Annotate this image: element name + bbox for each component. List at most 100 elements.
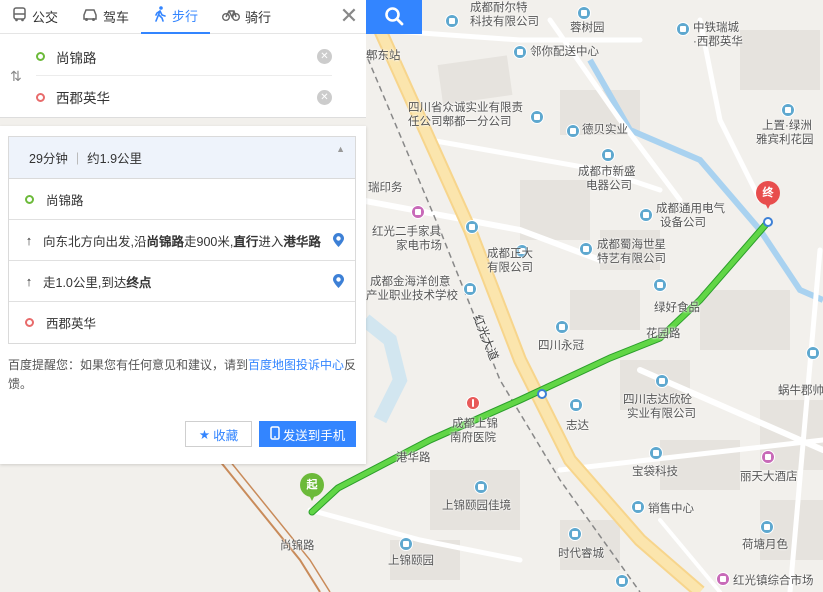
poi-icon[interactable] xyxy=(760,520,774,534)
destination-field[interactable]: 西郡英华 ✕ xyxy=(36,78,332,116)
start-dot-icon xyxy=(25,194,34,204)
map-label: 成都耐尔特 xyxy=(470,2,528,14)
poi-icon[interactable] xyxy=(655,374,669,388)
summary-separator: | xyxy=(75,150,80,165)
map-label: 上锦颐园佳境 xyxy=(442,500,511,512)
step-1[interactable]: ↑ 向东北方向出发,沿尚锦路走900米,直行进入港华路 xyxy=(9,220,355,261)
poi-icon[interactable] xyxy=(781,103,795,117)
favorite-button[interactable]: ★ 收藏 xyxy=(185,421,252,447)
map-label: 成都市新盛 xyxy=(578,166,636,178)
complaint-center-link[interactable]: 百度地图投诉中心 xyxy=(248,358,344,372)
search-icon xyxy=(384,6,404,29)
collapse-caret-icon[interactable]: ▲ xyxy=(336,144,345,154)
map-label: 设备公司 xyxy=(660,217,706,229)
map-label: 上锦颐园 xyxy=(388,555,434,567)
map-label: 成都通用电气 xyxy=(656,203,725,215)
clear-origin-icon[interactable]: ✕ xyxy=(317,49,332,64)
map-label: 产业职业技术学校 xyxy=(366,290,458,302)
swap-icon[interactable]: ⇅ xyxy=(10,68,22,85)
phone-icon xyxy=(269,425,280,443)
route-result-panel: 29分钟 | 约1.9公里 ▲ 尚锦路 ↑ 向东北方向出发,沿尚锦路走900米,… xyxy=(0,126,366,464)
map-label: 四川志达欣砼 xyxy=(623,394,692,406)
poi-icon[interactable] xyxy=(579,242,593,256)
car-icon xyxy=(82,8,98,26)
map-label: 尚锦路 xyxy=(280,540,315,552)
step-2[interactable]: ↑ 走1.0公里,到达终点 xyxy=(9,261,355,302)
poi-icon[interactable] xyxy=(653,278,667,292)
destination-dot-icon xyxy=(36,92,45,102)
poi-icon[interactable] xyxy=(806,346,820,360)
step-start[interactable]: 尚锦路 xyxy=(9,179,355,220)
search-button[interactable] xyxy=(366,0,422,34)
start-marker[interactable]: 起 xyxy=(300,473,324,503)
poi-icon[interactable] xyxy=(568,527,582,541)
route-input-panel: ⇅ 尚锦路 ✕ 西郡英华 ✕ xyxy=(0,34,366,118)
clear-destination-icon[interactable]: ✕ xyxy=(317,89,332,105)
hotel-icon[interactable] xyxy=(761,450,775,464)
map-label: 宝袋科技 xyxy=(632,466,678,478)
map-label: 港华路 xyxy=(396,452,431,464)
poi-icon[interactable] xyxy=(530,110,544,124)
poi-icon[interactable] xyxy=(601,148,615,162)
tab-bike-label: 骑行 xyxy=(245,10,272,25)
map-label: 特艺有限公司 xyxy=(597,253,666,265)
poi-shop-icon[interactable] xyxy=(411,205,425,219)
poi-icon[interactable] xyxy=(577,6,591,20)
tab-bike[interactable]: 骑行 xyxy=(210,0,283,34)
locate-icon[interactable] xyxy=(332,233,345,248)
poi-icon[interactable] xyxy=(555,320,569,334)
origin-field[interactable]: 尚锦路 ✕ xyxy=(36,38,332,76)
map-label: 销售中心 xyxy=(648,503,694,515)
step-start-label: 尚锦路 xyxy=(46,193,84,208)
locate-icon[interactable] xyxy=(332,274,345,289)
map-label: 蓉树园 xyxy=(570,22,605,34)
route-duration: 29分钟 xyxy=(29,152,68,166)
destination-input[interactable]: 西郡英华 xyxy=(56,87,317,107)
origin-input[interactable]: 尚锦路 xyxy=(56,47,317,67)
feedback-tip: 百度提醒您：如果您有任何意见和建议，请到百度地图投诉中心反馈。 xyxy=(8,356,358,394)
poi-icon[interactable] xyxy=(676,22,690,36)
poi-icon[interactable] xyxy=(639,208,653,222)
map-label: 时代睿城 xyxy=(558,548,604,560)
poi-icon[interactable] xyxy=(649,446,663,460)
map-label: 德贝实业 xyxy=(582,124,628,136)
map-label: 成都蜀海世星 xyxy=(597,239,666,251)
tab-walk[interactable]: 步行 xyxy=(141,0,211,34)
market-icon[interactable] xyxy=(716,572,730,586)
tab-walk-label: 步行 xyxy=(172,9,199,24)
poi-icon[interactable] xyxy=(513,45,527,59)
poi-icon[interactable] xyxy=(445,14,459,28)
start-marker-tail xyxy=(307,491,317,501)
tab-drive-label: 驾车 xyxy=(103,10,130,25)
map-label: 红光二手家具 xyxy=(372,226,441,238)
poi-icon[interactable] xyxy=(569,398,583,412)
poi-icon[interactable] xyxy=(566,124,580,138)
map-label: 中铁瑞城 xyxy=(693,22,739,34)
route-waypoint[interactable] xyxy=(537,389,547,399)
map-label: ·西郡英华 xyxy=(693,36,743,48)
route-end-node[interactable] xyxy=(763,217,773,227)
poi-icon[interactable] xyxy=(615,574,629,588)
route-summary[interactable]: 29分钟 | 约1.9公里 ▲ xyxy=(9,137,355,179)
tab-drive[interactable]: 驾车 xyxy=(70,0,141,34)
hospital-icon[interactable] xyxy=(466,396,480,410)
map-label: 绿好食品 xyxy=(654,302,700,314)
route-distance: 约1.9公里 xyxy=(87,152,143,166)
poi-icon[interactable] xyxy=(463,282,477,296)
end-marker[interactable]: 终 xyxy=(756,181,780,211)
poi-icon[interactable] xyxy=(631,500,645,514)
step-end-label: 西郡英华 xyxy=(46,317,97,331)
poi-icon[interactable] xyxy=(474,480,488,494)
straight-arrow-icon: ↑ xyxy=(25,232,33,248)
step-end[interactable]: 西郡英华 xyxy=(9,302,355,343)
map-label: 红光镇综合市场 xyxy=(733,575,814,587)
close-button[interactable]: ✕ xyxy=(332,0,366,34)
tab-bus[interactable]: 公交 xyxy=(0,0,70,34)
map-label: 成都正大 xyxy=(487,248,533,260)
send-to-phone-button[interactable]: 发送到手机 xyxy=(259,421,356,447)
poi-icon[interactable] xyxy=(465,220,479,234)
tab-bus-label: 公交 xyxy=(32,10,59,25)
map-label: 电器公司 xyxy=(586,180,632,192)
favorite-label: 收藏 xyxy=(213,428,239,443)
poi-icon[interactable] xyxy=(399,537,413,551)
